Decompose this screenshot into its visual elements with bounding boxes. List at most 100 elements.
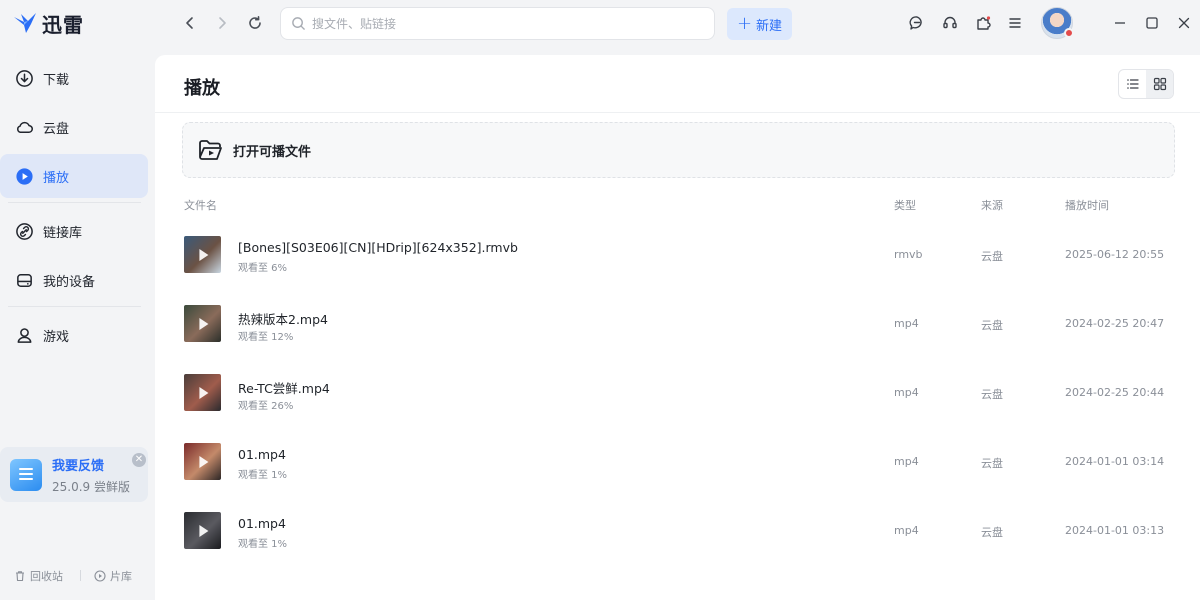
play-icon	[198, 317, 208, 330]
cloud-icon	[17, 121, 33, 133]
sidebar-item-label: 我的设备	[43, 274, 96, 290]
film-library-icon	[94, 570, 106, 582]
user-avatar[interactable]	[1041, 7, 1074, 39]
video-thumbnail	[184, 236, 221, 273]
file-name: Re-TC尝鲜.mp4	[238, 381, 330, 396]
file-row[interactable]: 热辣版本2.mp4 观看至 12% mp4 云盘 2024-02-25 20:4…	[155, 305, 1200, 374]
feedback-title: 我要反馈	[52, 458, 105, 474]
view-toggle	[1118, 69, 1174, 99]
list-view-button[interactable]	[1119, 70, 1146, 98]
support-button[interactable]	[941, 14, 959, 32]
back-button[interactable]	[180, 13, 200, 33]
sidebar-item-games[interactable]: 游戏	[0, 313, 148, 357]
user-icon	[17, 327, 32, 343]
link-icon	[16, 222, 33, 240]
sidebar-item-link-library[interactable]: 链接库	[0, 209, 148, 253]
sidebar-item-label: 云盘	[43, 121, 70, 137]
thunder-bird-icon	[14, 13, 36, 33]
column-header-type[interactable]: 类型	[894, 197, 916, 213]
main-panel: 播放 打开可播文件 文件名 类型 来源 播放时间 [Bones][S03E06]…	[155, 55, 1200, 600]
trash-link[interactable]: 回收站	[14, 568, 63, 584]
open-playable-file-button[interactable]: 打开可播文件	[182, 122, 1175, 178]
open-playable-file-label: 打开可播文件	[233, 144, 312, 160]
file-type: mp4	[894, 317, 919, 330]
column-header-source[interactable]: 来源	[981, 197, 1003, 213]
puzzle-icon	[977, 16, 991, 30]
file-name: 01.mp4	[238, 516, 286, 531]
header-divider	[155, 112, 1200, 113]
video-thumbnail	[184, 374, 221, 411]
file-row[interactable]: [Bones][S03E06][CN][HDrip][624x352].rmvb…	[155, 236, 1200, 305]
minimize-button[interactable]	[1111, 14, 1129, 32]
bottom-divider	[80, 570, 81, 581]
library-label: 片库	[110, 570, 132, 583]
page-title: 播放	[184, 78, 220, 99]
file-name: 热辣版本2.mp4	[238, 312, 328, 327]
play-circle-icon	[16, 167, 33, 185]
sidebar-item-cloud[interactable]: 云盘	[0, 105, 148, 149]
folder-play-icon	[199, 140, 222, 160]
feedback-card[interactable]: 我要反馈 25.0.9 尝鲜版 ✕	[0, 447, 148, 502]
trash-label: 回收站	[30, 570, 63, 583]
refresh-button[interactable]	[245, 13, 265, 33]
chevron-right-icon	[219, 17, 226, 29]
watch-progress: 观看至 26%	[238, 401, 294, 412]
file-row[interactable]: 01.mp4 观看至 1% mp4 云盘 2024-01-01 03:14	[155, 443, 1200, 512]
play-time: 2024-02-25 20:47	[1065, 317, 1165, 330]
search-icon	[292, 17, 305, 30]
refresh-icon	[249, 16, 261, 29]
notification-dot	[1064, 28, 1074, 38]
watch-progress: 观看至 12%	[238, 332, 294, 343]
grid-view-button[interactable]	[1146, 70, 1173, 98]
play-time: 2024-02-25 20:44	[1065, 386, 1165, 399]
video-thumbnail	[184, 305, 221, 342]
close-window-button[interactable]	[1175, 14, 1193, 32]
download-icon	[16, 69, 33, 87]
message-button[interactable]	[908, 14, 926, 32]
new-task-button[interactable]: + 新建	[727, 8, 792, 40]
app-name: 迅雷	[42, 12, 84, 37]
sidebar-item-play[interactable]: 播放	[0, 154, 148, 198]
column-header-name[interactable]: 文件名	[184, 197, 217, 213]
forward-button[interactable]	[212, 13, 232, 33]
plugin-button[interactable]	[974, 14, 992, 32]
search-input[interactable]	[312, 16, 714, 31]
file-row[interactable]: Re-TC尝鲜.mp4 观看至 26% mp4 云盘 2024-02-25 20…	[155, 374, 1200, 443]
minimize-icon	[1115, 22, 1125, 24]
play-icon	[198, 524, 208, 537]
maximize-button[interactable]	[1143, 14, 1161, 32]
hamburger-menu-icon	[1009, 18, 1021, 28]
column-header-play-time[interactable]: 播放时间	[1065, 197, 1109, 213]
file-type: mp4	[894, 524, 919, 537]
headset-icon	[943, 16, 957, 29]
file-type: rmvb	[894, 248, 923, 261]
watch-progress: 观看至 6%	[238, 263, 288, 274]
sidebar-item-label: 播放	[43, 170, 70, 186]
chevron-left-icon	[186, 17, 193, 29]
file-row[interactable]: 01.mp4 观看至 1% mp4 云盘 2024-01-01 03:13	[155, 512, 1200, 581]
maximize-icon	[1146, 17, 1158, 29]
app-logo: 迅雷	[12, 8, 84, 38]
version-label: 25.0.9 尝鲜版	[52, 479, 130, 494]
sidebar-item-my-devices[interactable]: 我的设备	[0, 258, 148, 302]
file-source: 云盘	[981, 319, 1003, 332]
grid-view-icon	[1153, 77, 1166, 91]
file-source: 云盘	[981, 457, 1003, 470]
play-time: 2024-01-01 03:14	[1065, 455, 1165, 468]
library-link[interactable]: 片库	[94, 568, 132, 584]
file-source: 云盘	[981, 250, 1003, 263]
file-source: 云盘	[981, 388, 1003, 401]
plus-icon: +	[736, 13, 753, 34]
feedback-close-button[interactable]: ✕	[132, 453, 146, 467]
play-time: 2025-06-12 20:55	[1065, 248, 1165, 261]
search-box[interactable]	[280, 7, 715, 40]
menu-button[interactable]	[1006, 14, 1024, 32]
watch-progress: 观看至 1%	[238, 470, 288, 481]
file-name: 01.mp4	[238, 447, 286, 462]
sidebar-item-label: 游戏	[43, 329, 70, 345]
sidebar-divider	[8, 202, 141, 203]
sidebar-item-label: 下载	[43, 72, 70, 88]
file-type: mp4	[894, 386, 919, 399]
file-source: 云盘	[981, 526, 1003, 539]
sidebar-item-download[interactable]: 下载	[0, 56, 148, 100]
